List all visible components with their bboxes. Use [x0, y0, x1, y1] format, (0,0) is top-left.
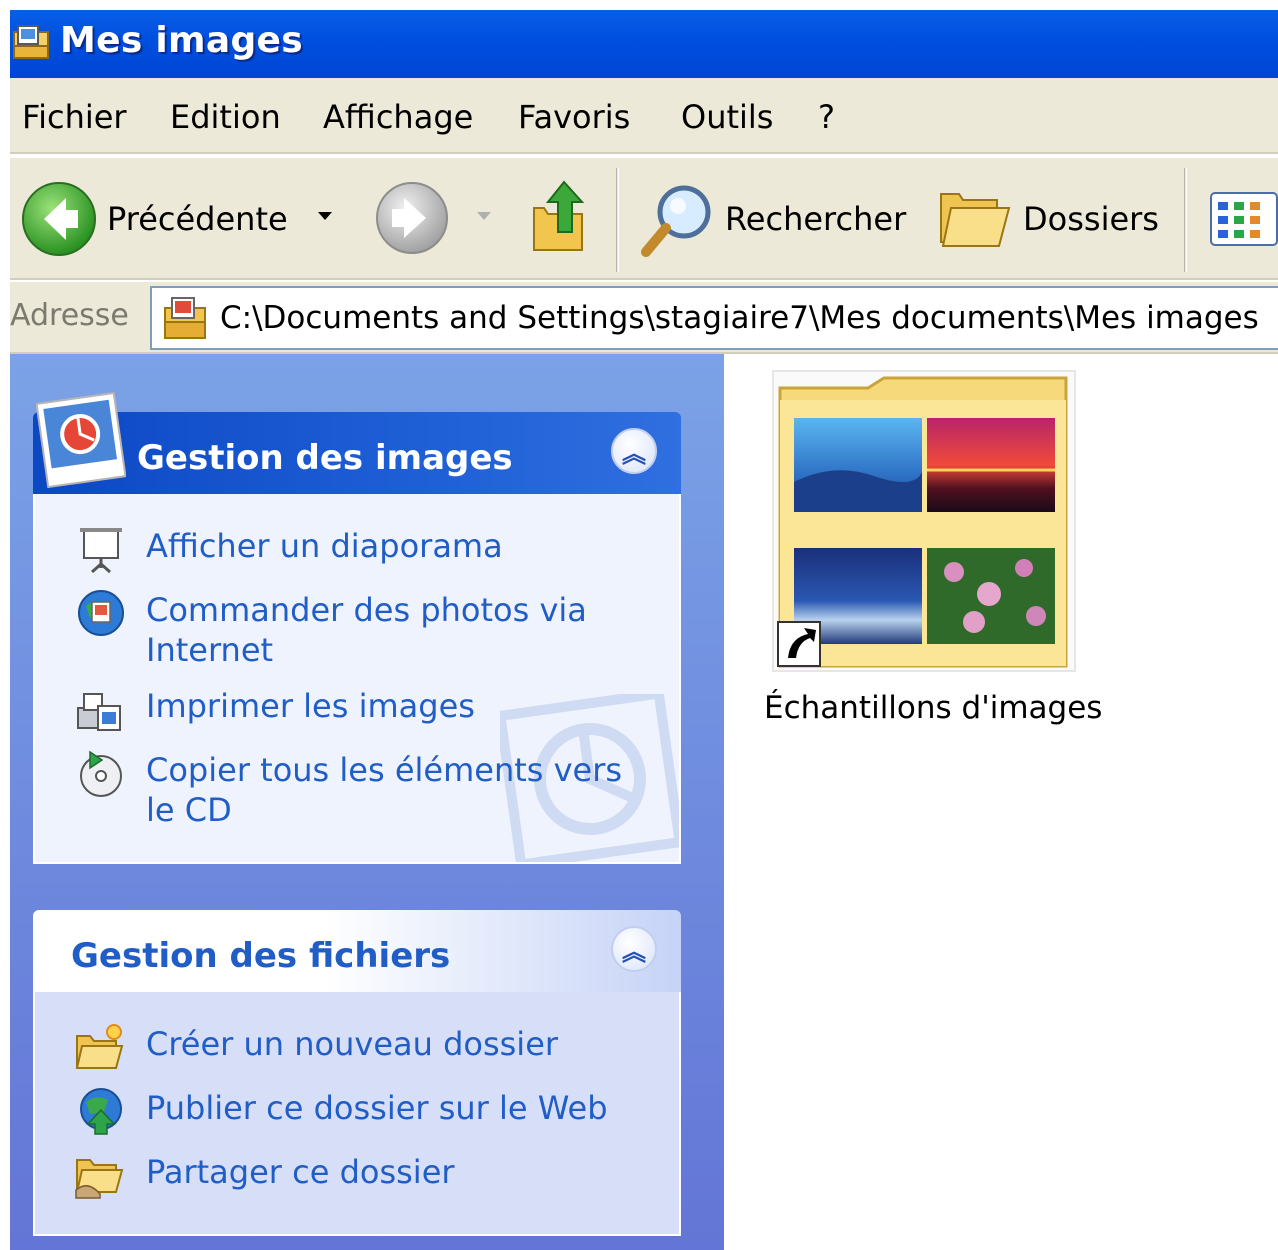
- toolbar-separator: [1184, 168, 1187, 272]
- back-button[interactable]: Précédente: [10, 168, 350, 268]
- address-label: Adresse: [10, 298, 129, 333]
- task-copy-to-cd[interactable]: Copier tous les éléments vers le CD: [146, 750, 622, 830]
- menu-bar: Fichier Edition Affichage Favoris Outils…: [10, 78, 1278, 154]
- folders-icon: [940, 193, 1011, 247]
- address-bar: Adresse C:\Documents and Settings\stagia…: [10, 282, 1278, 354]
- task-show-slideshow[interactable]: Afficher un diaporama: [146, 526, 503, 566]
- collapse-file-tasks-button[interactable]: ︽: [611, 926, 657, 972]
- double-chevron-up-icon: ︽: [622, 439, 646, 468]
- publish-web-icon: [80, 1088, 122, 1135]
- print-images-icon: [77, 693, 121, 731]
- address-path: C:\Documents and Settings\stagiaire7\Mes…: [220, 300, 1259, 336]
- task-label-line: Internet: [146, 631, 274, 669]
- task-order-photos[interactable]: Commander des photos via Internet: [146, 590, 587, 670]
- task-share-folder[interactable]: Partager ce dossier: [146, 1152, 455, 1192]
- sample-pictures-label[interactable]: Échantillons d'images: [764, 690, 1102, 726]
- back-arrow-icon: [22, 182, 96, 256]
- back-label: Précédente: [107, 200, 288, 238]
- task-publish-web[interactable]: Publier ce dossier sur le Web: [146, 1088, 608, 1128]
- task-label: Publier ce dossier sur le Web: [146, 1089, 608, 1127]
- task-label: Afficher un diaporama: [146, 527, 503, 565]
- file-tasks-title: Gestion des fichiers: [71, 936, 451, 976]
- task-print-images[interactable]: Imprimer les images: [146, 686, 475, 726]
- menu-fichier[interactable]: Fichier: [22, 98, 127, 136]
- menu-help[interactable]: ?: [818, 98, 835, 136]
- search-magnifier-icon: [641, 185, 711, 257]
- task-label-line: Copier tous les éléments vers: [146, 751, 623, 789]
- task-label-line: le CD: [146, 791, 232, 829]
- new-folder-icon: [75, 1024, 124, 1069]
- task-label: Partager ce dossier: [146, 1153, 455, 1191]
- menu-affichage[interactable]: Affichage: [323, 98, 473, 136]
- folders-button[interactable]: Dossiers: [935, 168, 1175, 268]
- forward-arrow-icon[interactable]: [374, 180, 450, 256]
- window-title: Mes images: [60, 20, 303, 61]
- slideshow-icon: [80, 528, 122, 574]
- views-icon[interactable]: [1210, 192, 1278, 246]
- back-dropdown-icon[interactable]: [316, 210, 334, 222]
- forward-dropdown-icon[interactable]: [475, 210, 493, 222]
- image-tasks-header[interactable]: Gestion des images ︽: [33, 412, 681, 494]
- folders-label: Dossiers: [1023, 200, 1159, 238]
- order-photos-icon: [78, 590, 124, 636]
- menu-outils[interactable]: Outils: [681, 98, 773, 136]
- title-bar: Mes images: [10, 10, 1278, 78]
- task-label: Imprimer les images: [146, 687, 475, 725]
- share-folder-icon: [75, 1159, 124, 1199]
- collapse-image-tasks-button[interactable]: ︽: [611, 428, 657, 474]
- up-folder-icon[interactable]: [530, 178, 596, 254]
- toolbar-separator: [616, 168, 619, 272]
- file-tasks-header[interactable]: Gestion des fichiers ︽: [33, 910, 681, 992]
- menu-edition[interactable]: Edition: [170, 98, 281, 136]
- menu-favoris[interactable]: Favoris: [518, 98, 630, 136]
- copy-to-cd-icon: [80, 750, 122, 797]
- toolbar: Précédente Rechercher Dossiers: [10, 156, 1278, 280]
- address-input[interactable]: C:\Documents and Settings\stagiaire7\Mes…: [150, 286, 1278, 350]
- search-label: Rechercher: [725, 200, 907, 238]
- search-button[interactable]: Rechercher: [630, 168, 920, 268]
- my-pictures-folder-icon: [164, 297, 206, 339]
- sample-pictures-shortcut[interactable]: [772, 370, 1076, 672]
- my-pictures-window-icon: [13, 25, 49, 59]
- task-label-line: Commander des photos via: [146, 591, 587, 629]
- image-tasks-title: Gestion des images: [137, 438, 513, 478]
- task-label: Créer un nouveau dossier: [146, 1025, 559, 1063]
- picture-tasks-icon: [36, 392, 126, 488]
- sample-pictures-shortcut-icon: [777, 376, 1068, 668]
- task-new-folder[interactable]: Créer un nouveau dossier: [146, 1024, 558, 1064]
- double-chevron-up-icon: ︽: [622, 937, 646, 966]
